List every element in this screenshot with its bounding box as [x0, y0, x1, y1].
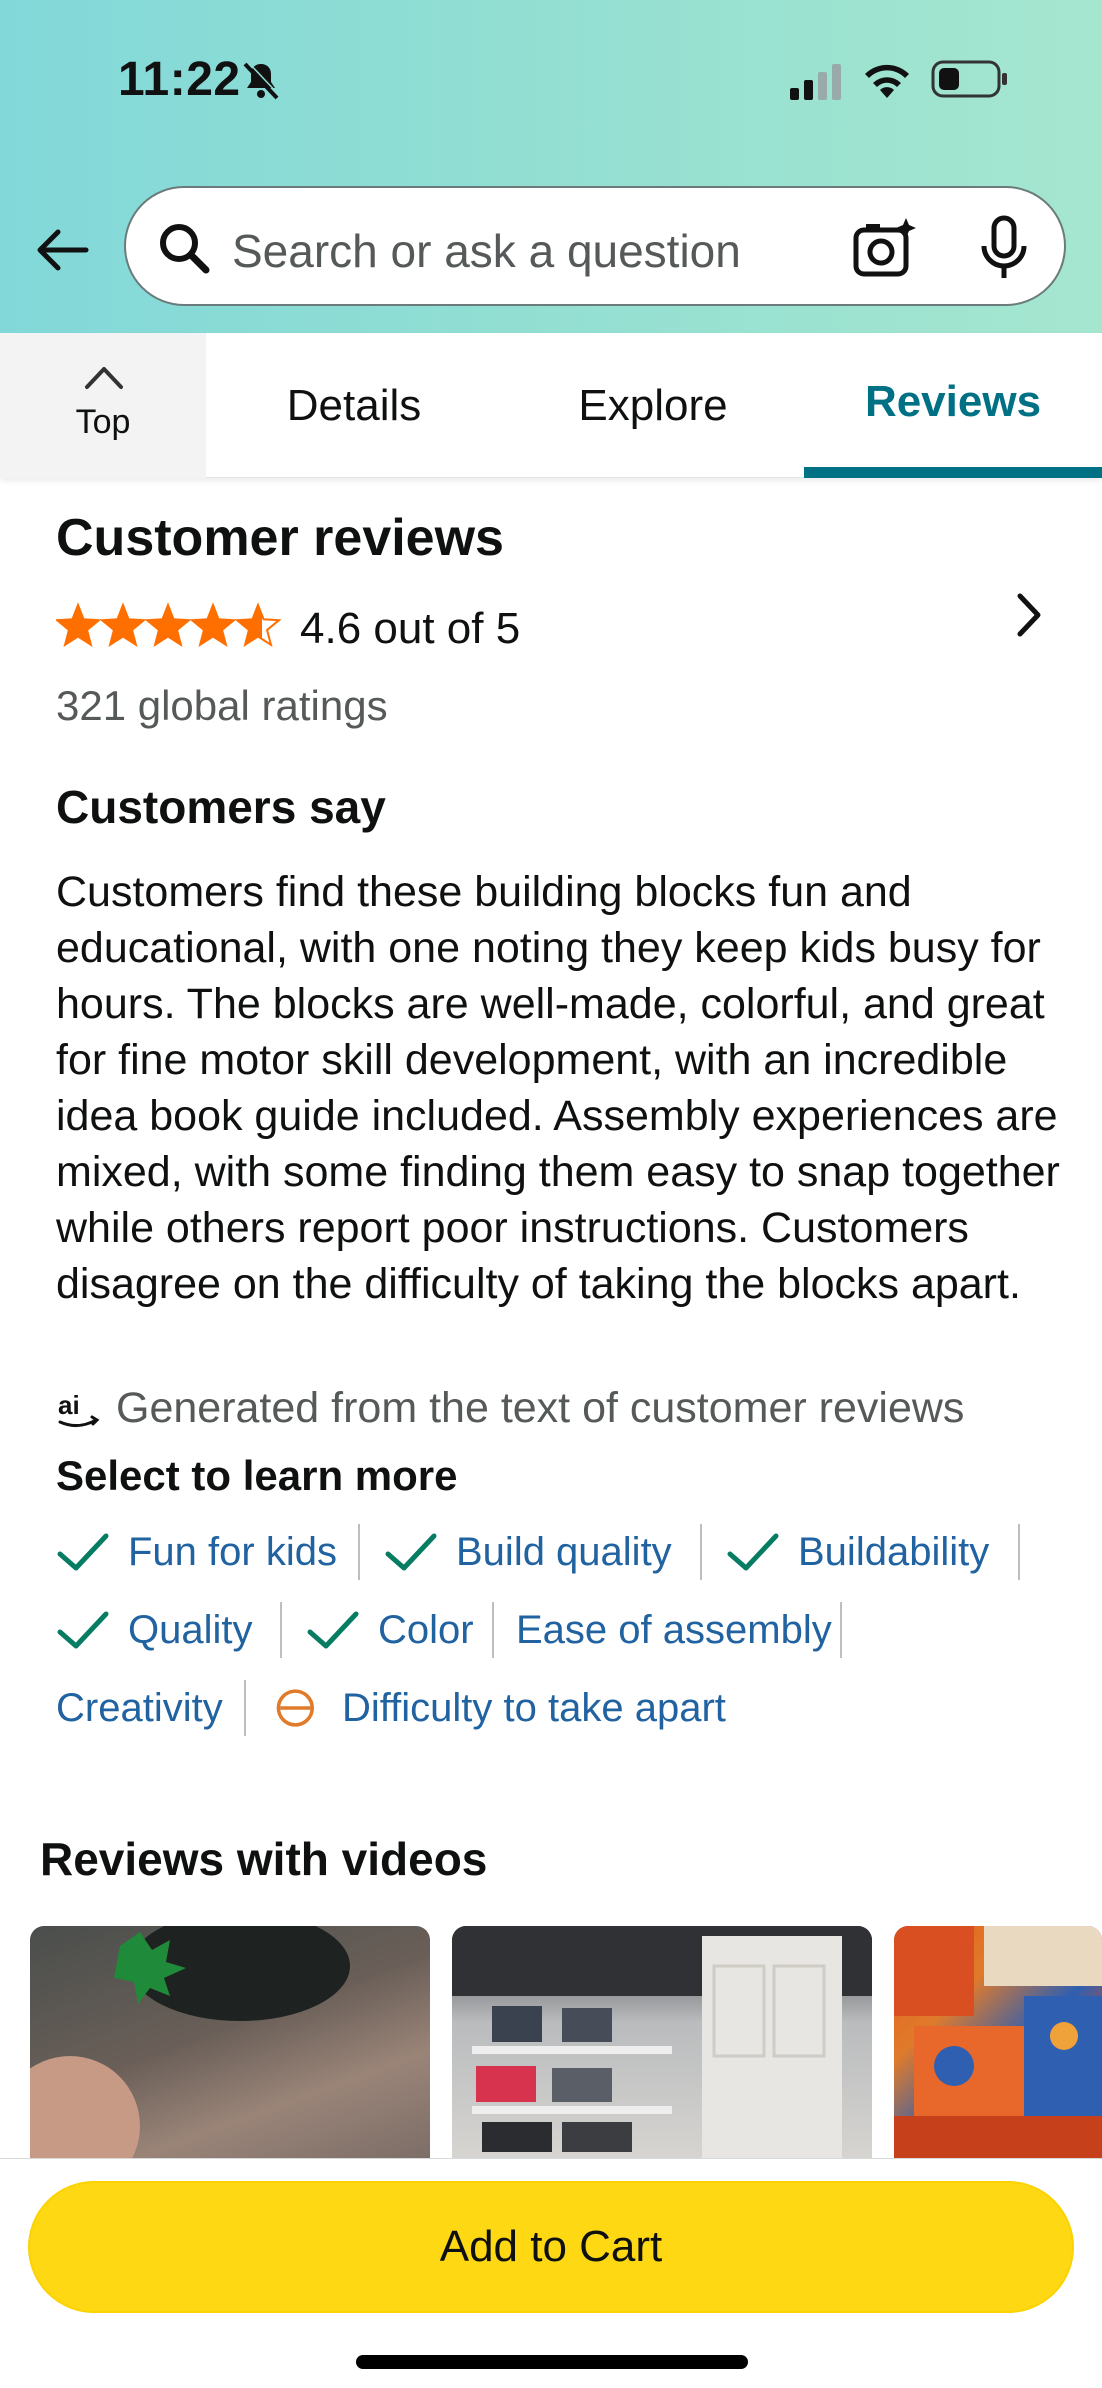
rating-text[interactable]: 4.6 out of 5 [300, 604, 520, 654]
ai-icon: ai [58, 1390, 100, 1427]
video-thumbnail-art [30, 1926, 350, 2166]
search-placeholder: Search or ask a question [232, 225, 741, 277]
tab-reviews[interactable]: Reviews [804, 333, 1102, 478]
bottom-bar: Add to Cart [0, 2158, 1102, 2388]
chip-quality[interactable]: Quality [56, 1600, 253, 1660]
chip-fun-for-kids[interactable]: Fun for kids [56, 1522, 337, 1582]
star-icon [234, 602, 282, 648]
chevron-up-icon [85, 367, 123, 389]
camera-icon[interactable] [852, 216, 916, 280]
checkmark-icon [385, 1533, 437, 1571]
chip-build-quality[interactable]: Build quality [384, 1522, 672, 1582]
star-icon [144, 602, 192, 648]
review-summary-text: Customers find these building blocks fun… [56, 868, 1060, 1308]
header: 11:22 Search or ask a question [0, 0, 1102, 333]
add-to-cart-button[interactable]: Add to Cart [28, 2181, 1074, 2313]
chip-divider [244, 1680, 246, 1736]
customer-reviews-title: Customer reviews [56, 509, 504, 567]
tab-explore[interactable]: Explore [502, 333, 804, 478]
active-tab-indicator [804, 467, 1102, 478]
chip-divider [280, 1602, 282, 1658]
chip-divider [700, 1524, 702, 1580]
global-ratings-count: 321 global ratings [56, 682, 388, 729]
chip-buildability[interactable]: Buildability [726, 1522, 989, 1582]
home-indicator [356, 2355, 748, 2369]
star-icon [99, 602, 147, 648]
tab-bar: Top Details Explore Reviews [0, 333, 1102, 478]
tab-top[interactable]: Top [0, 333, 206, 478]
checkmark-icon [307, 1611, 359, 1649]
tab-top-label: Top [75, 403, 131, 441]
checkmark-icon [57, 1533, 109, 1571]
chip-color[interactable]: Color [306, 1600, 474, 1660]
star-icon [56, 602, 102, 648]
chip-divider [358, 1524, 360, 1580]
video-thumbnail[interactable] [452, 1926, 872, 2166]
checkmark-icon [727, 1533, 779, 1571]
star-rating [56, 602, 282, 648]
chip-label: Buildability [798, 1529, 990, 1574]
chip-divider [492, 1602, 494, 1658]
back-arrow-icon[interactable] [32, 220, 92, 280]
search-input[interactable]: Search or ask a question [124, 186, 1066, 306]
ai-generated-note: Generated from the text of customer revi… [116, 1384, 965, 1432]
signal-icon [790, 64, 841, 100]
chip-ease-of-assembly[interactable]: Ease of assembly [516, 1600, 832, 1660]
wifi-icon [865, 64, 909, 98]
chip-label: Difficulty to take apart [342, 1685, 726, 1730]
chip-label: Color [378, 1607, 474, 1652]
reviews-with-videos-title: Reviews with videos [40, 1833, 488, 1885]
checkmark-icon [57, 1611, 109, 1649]
star-icon [189, 602, 237, 648]
chip-label: Fun for kids [128, 1529, 337, 1574]
select-to-learn-title: Select to learn more [56, 1452, 458, 1499]
chip-divider [840, 1602, 842, 1658]
chip-difficulty-to-take-apart[interactable]: Difficulty to take apart [274, 1678, 726, 1738]
chip-creativity[interactable]: Creativity [56, 1678, 223, 1738]
chip-label: Ease of assembly [516, 1607, 832, 1652]
video-thumbnail-art [894, 1926, 1102, 2166]
chip-label: Creativity [56, 1685, 223, 1730]
chip-label: Build quality [456, 1529, 672, 1574]
video-thumbnail[interactable] [894, 1926, 1102, 2166]
svg-text:ai: ai [58, 1390, 80, 1420]
video-thumbnail-art [452, 1926, 872, 2166]
search-icon [160, 224, 210, 274]
bell-muted-icon [243, 61, 281, 100]
chip-label: Quality [128, 1607, 253, 1652]
mixed-sentiment-icon [276, 1689, 314, 1727]
chip-divider [1018, 1524, 1020, 1580]
battery-icon [931, 60, 1007, 98]
tab-details[interactable]: Details [206, 333, 502, 478]
video-thumbnail[interactable] [30, 1926, 430, 2166]
microphone-icon[interactable] [976, 214, 1032, 282]
customers-say-title: Customers say [56, 781, 386, 833]
chevron-right-icon[interactable] [1010, 590, 1048, 640]
status-time: 11:22 [118, 53, 241, 106]
